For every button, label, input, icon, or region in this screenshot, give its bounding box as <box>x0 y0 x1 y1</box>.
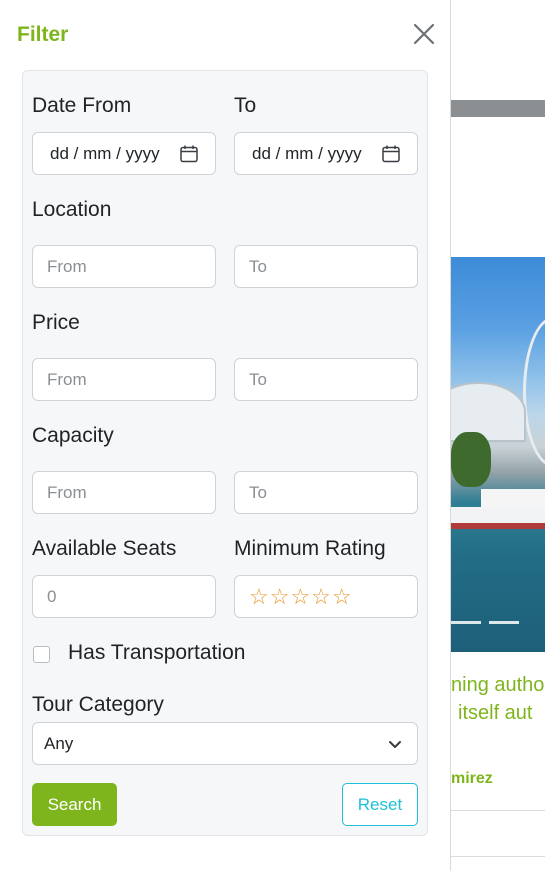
carousel-indicators[interactable] <box>451 621 545 625</box>
has-transportation-checkbox[interactable] <box>33 646 50 663</box>
background-page: ning autho itself aut mirez <box>451 0 545 871</box>
location-label: Location <box>32 198 112 221</box>
date-from-input[interactable]: dd / mm / yyyy <box>32 132 216 175</box>
location-from-input[interactable]: From <box>32 245 216 288</box>
chevron-down-icon <box>389 740 401 748</box>
tour-category-label: Tour Category <box>32 693 164 716</box>
calendar-icon[interactable] <box>381 144 401 164</box>
tour-category-selected: Any <box>44 733 74 753</box>
location-to-input[interactable]: To <box>234 245 418 288</box>
tour-description-line-2: itself aut <box>458 702 533 724</box>
available-seats-label: Available Seats <box>32 537 177 560</box>
capacity-label: Capacity <box>32 424 114 447</box>
capacity-to-input[interactable]: To <box>234 471 418 514</box>
minimum-rating-input[interactable]: ☆☆☆☆☆ <box>234 575 418 618</box>
boat-cabin-shape <box>481 489 545 507</box>
reset-button[interactable]: Reset <box>342 783 418 826</box>
calendar-icon[interactable] <box>179 144 199 164</box>
has-transportation-label[interactable]: Has Transportation <box>68 641 245 665</box>
divider <box>451 810 545 811</box>
capacity-from-input[interactable]: From <box>32 471 216 514</box>
ferris-wheel-shape <box>523 317 545 467</box>
tour-author[interactable]: mirez <box>451 770 493 788</box>
date-from-label: Date From <box>32 94 132 117</box>
date-to-input[interactable]: dd / mm / yyyy <box>234 132 418 175</box>
close-button[interactable] <box>410 20 438 48</box>
background-header-bar <box>451 100 545 117</box>
date-from-placeholder: dd / mm / yyyy <box>50 143 160 163</box>
price-from-input[interactable]: From <box>32 358 216 401</box>
close-icon <box>413 23 435 45</box>
minimum-rating-label: Minimum Rating <box>234 537 386 560</box>
tour-category-select[interactable]: Any <box>32 722 418 765</box>
drawer-title: Filter <box>17 23 69 46</box>
search-button[interactable]: Search <box>32 783 117 826</box>
boat-shape <box>451 507 545 529</box>
available-seats-input[interactable]: 0 <box>32 575 216 618</box>
filter-drawer: Filter Date From To dd / mm / yyyy dd / … <box>0 0 451 871</box>
price-label: Price <box>32 311 80 334</box>
date-to-label: To <box>234 94 257 117</box>
tour-image[interactable] <box>451 257 545 652</box>
page: ning autho itself aut mirez Filter Date … <box>0 0 545 871</box>
divider <box>451 856 545 857</box>
star-rating-icons[interactable]: ☆☆☆☆☆ <box>249 584 353 610</box>
date-to-placeholder: dd / mm / yyyy <box>252 143 362 163</box>
price-to-input[interactable]: To <box>234 358 418 401</box>
tree-shape <box>451 432 491 487</box>
tour-description-line-1: ning autho <box>451 674 545 696</box>
